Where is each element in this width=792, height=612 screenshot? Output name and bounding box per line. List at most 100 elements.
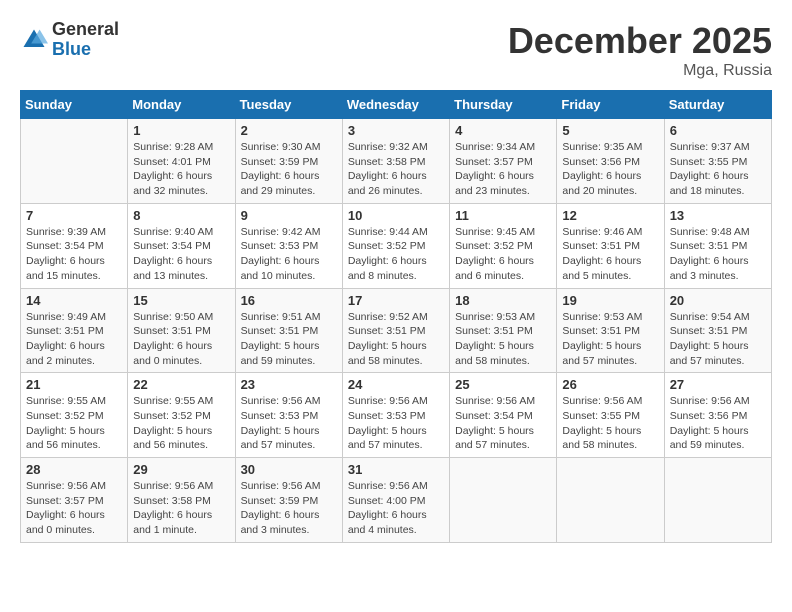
calendar-cell [557,458,664,543]
day-number: 16 [241,293,337,308]
day-info: Sunrise: 9:56 AM Sunset: 3:57 PM Dayligh… [26,479,122,538]
day-info: Sunrise: 9:53 AM Sunset: 3:51 PM Dayligh… [455,310,551,369]
day-number: 26 [562,377,658,392]
day-info: Sunrise: 9:50 AM Sunset: 3:51 PM Dayligh… [133,310,229,369]
day-number: 4 [455,123,551,138]
calendar-cell: 11 Sunrise: 9:45 AM Sunset: 3:52 PM Dayli… [450,203,557,288]
calendar-cell: 15 Sunrise: 9:50 AM Sunset: 3:51 PM Dayli… [128,288,235,373]
calendar-cell: 23 Sunrise: 9:56 AM Sunset: 3:53 PM Dayli… [235,373,342,458]
day-number: 5 [562,123,658,138]
calendar-cell: 2Sunrise: 9:30 AM Sunset: 3:59 PM Daylig… [235,119,342,204]
week-row-2: 14Sunrise: 9:49 AM Sunset: 3:51 PM Dayli… [21,288,772,373]
day-info: Sunrise: 9:56 AM Sunset: 3:59 PM Dayligh… [241,479,337,538]
logo-icon [20,26,48,54]
day-info: Sunrise: 9:45 AM Sunset: 3:52 PM Dayligh… [455,225,551,284]
calendar-cell: 21 Sunrise: 9:55 AM Sunset: 3:52 PM Dayli… [21,373,128,458]
day-number: 19 [562,293,658,308]
day-info: Sunrise: 9:48 AM Sunset: 3:51 PM Dayligh… [670,225,766,284]
header-day-sunday: Sunday [21,91,128,119]
day-number: 7 [26,208,122,223]
day-number: 3 [348,123,444,138]
calendar-cell: 9Sunrise: 9:42 AM Sunset: 3:53 PM Daylig… [235,203,342,288]
day-number: 17 [348,293,444,308]
day-info: Sunrise: 9:55 AM Sunset: 3:52 PM Dayligh… [26,394,122,453]
day-info: Sunrise: 9:51 AM Sunset: 3:51 PM Dayligh… [241,310,337,369]
calendar-cell: 31 Sunrise: 9:56 AM Sunset: 4:00 PM Dayli… [342,458,449,543]
header-day-friday: Friday [557,91,664,119]
day-info: Sunrise: 9:40 AM Sunset: 3:54 PM Dayligh… [133,225,229,284]
day-number: 30 [241,462,337,477]
day-number: 23 [241,377,337,392]
day-number: 10 [348,208,444,223]
day-number: 24 [348,377,444,392]
day-number: 20 [670,293,766,308]
calendar-cell: 5 Sunrise: 9:35 AM Sunset: 3:56 PM Daylig… [557,119,664,204]
calendar-cell: 28 Sunrise: 9:56 AM Sunset: 3:57 PM Dayli… [21,458,128,543]
day-number: 8 [133,208,229,223]
day-info: Sunrise: 9:42 AM Sunset: 3:53 PM Dayligh… [241,225,337,284]
day-info: Sunrise: 9:46 AM Sunset: 3:51 PM Dayligh… [562,225,658,284]
day-info: Sunrise: 9:39 AM Sunset: 3:54 PM Dayligh… [26,225,122,284]
week-row-1: 7 Sunrise: 9:39 AM Sunset: 3:54 PM Daylig… [21,203,772,288]
calendar-cell: 13 Sunrise: 9:48 AM Sunset: 3:51 PM Dayli… [664,203,771,288]
day-info: Sunrise: 9:56 AM Sunset: 3:53 PM Dayligh… [241,394,337,453]
day-info: Sunrise: 9:37 AM Sunset: 3:55 PM Dayligh… [670,140,766,199]
logo: General Blue [20,20,119,60]
calendar-cell: 16 Sunrise: 9:51 AM Sunset: 3:51 PM Dayli… [235,288,342,373]
day-info: Sunrise: 9:55 AM Sunset: 3:52 PM Dayligh… [133,394,229,453]
calendar-cell: 25Sunrise: 9:56 AM Sunset: 3:54 PM Dayli… [450,373,557,458]
calendar-cell: 30 Sunrise: 9:56 AM Sunset: 3:59 PM Dayli… [235,458,342,543]
day-number: 22 [133,377,229,392]
header-row: SundayMondayTuesdayWednesdayThursdayFrid… [21,91,772,119]
calendar-cell: 3 Sunrise: 9:32 AM Sunset: 3:58 PM Daylig… [342,119,449,204]
day-info: Sunrise: 9:56 AM Sunset: 3:53 PM Dayligh… [348,394,444,453]
calendar-cell: 24 Sunrise: 9:56 AM Sunset: 3:53 PM Dayli… [342,373,449,458]
header-day-monday: Monday [128,91,235,119]
header-day-saturday: Saturday [664,91,771,119]
day-info: Sunrise: 9:32 AM Sunset: 3:58 PM Dayligh… [348,140,444,199]
day-number: 15 [133,293,229,308]
calendar-cell: 10 Sunrise: 9:44 AM Sunset: 3:52 PM Dayli… [342,203,449,288]
day-number: 14 [26,293,122,308]
day-info: Sunrise: 9:56 AM Sunset: 3:56 PM Dayligh… [670,394,766,453]
calendar-cell: 22 Sunrise: 9:55 AM Sunset: 3:52 PM Dayli… [128,373,235,458]
calendar-cell: 20Sunrise: 9:54 AM Sunset: 3:51 PM Dayli… [664,288,771,373]
day-info: Sunrise: 9:44 AM Sunset: 3:52 PM Dayligh… [348,225,444,284]
day-number: 6 [670,123,766,138]
day-number: 28 [26,462,122,477]
day-info: Sunrise: 9:35 AM Sunset: 3:56 PM Dayligh… [562,140,658,199]
week-row-0: 1Sunrise: 9:28 AM Sunset: 4:01 PM Daylig… [21,119,772,204]
day-number: 31 [348,462,444,477]
calendar-cell: 1Sunrise: 9:28 AM Sunset: 4:01 PM Daylig… [128,119,235,204]
day-number: 13 [670,208,766,223]
day-number: 21 [26,377,122,392]
week-row-3: 21 Sunrise: 9:55 AM Sunset: 3:52 PM Dayli… [21,373,772,458]
calendar-cell: 29Sunrise: 9:56 AM Sunset: 3:58 PM Dayli… [128,458,235,543]
day-number: 12 [562,208,658,223]
logo-general: General Blue [52,20,119,60]
day-number: 18 [455,293,551,308]
calendar-cell: 17 Sunrise: 9:52 AM Sunset: 3:51 PM Dayli… [342,288,449,373]
day-info: Sunrise: 9:34 AM Sunset: 3:57 PM Dayligh… [455,140,551,199]
day-info: Sunrise: 9:56 AM Sunset: 3:55 PM Dayligh… [562,394,658,453]
calendar-cell: 19Sunrise: 9:53 AM Sunset: 3:51 PM Dayli… [557,288,664,373]
calendar-cell: 26 Sunrise: 9:56 AM Sunset: 3:55 PM Dayli… [557,373,664,458]
calendar-cell: 4 Sunrise: 9:34 AM Sunset: 3:57 PM Daylig… [450,119,557,204]
calendar-cell [450,458,557,543]
calendar-cell: 6 Sunrise: 9:37 AM Sunset: 3:55 PM Daylig… [664,119,771,204]
day-info: Sunrise: 9:56 AM Sunset: 4:00 PM Dayligh… [348,479,444,538]
calendar-cell: 27Sunrise: 9:56 AM Sunset: 3:56 PM Dayli… [664,373,771,458]
header: General Blue December 2025 Mga, Russia [20,20,772,80]
calendar-cell [664,458,771,543]
header-day-wednesday: Wednesday [342,91,449,119]
day-number: 11 [455,208,551,223]
month-title: December 2025 [508,20,772,62]
calendar-cell: 7 Sunrise: 9:39 AM Sunset: 3:54 PM Daylig… [21,203,128,288]
day-info: Sunrise: 9:28 AM Sunset: 4:01 PM Dayligh… [133,140,229,199]
calendar-cell: 12 Sunrise: 9:46 AM Sunset: 3:51 PM Dayli… [557,203,664,288]
day-info: Sunrise: 9:52 AM Sunset: 3:51 PM Dayligh… [348,310,444,369]
day-info: Sunrise: 9:56 AM Sunset: 3:58 PM Dayligh… [133,479,229,538]
day-number: 25 [455,377,551,392]
header-day-thursday: Thursday [450,91,557,119]
day-info: Sunrise: 9:30 AM Sunset: 3:59 PM Dayligh… [241,140,337,199]
